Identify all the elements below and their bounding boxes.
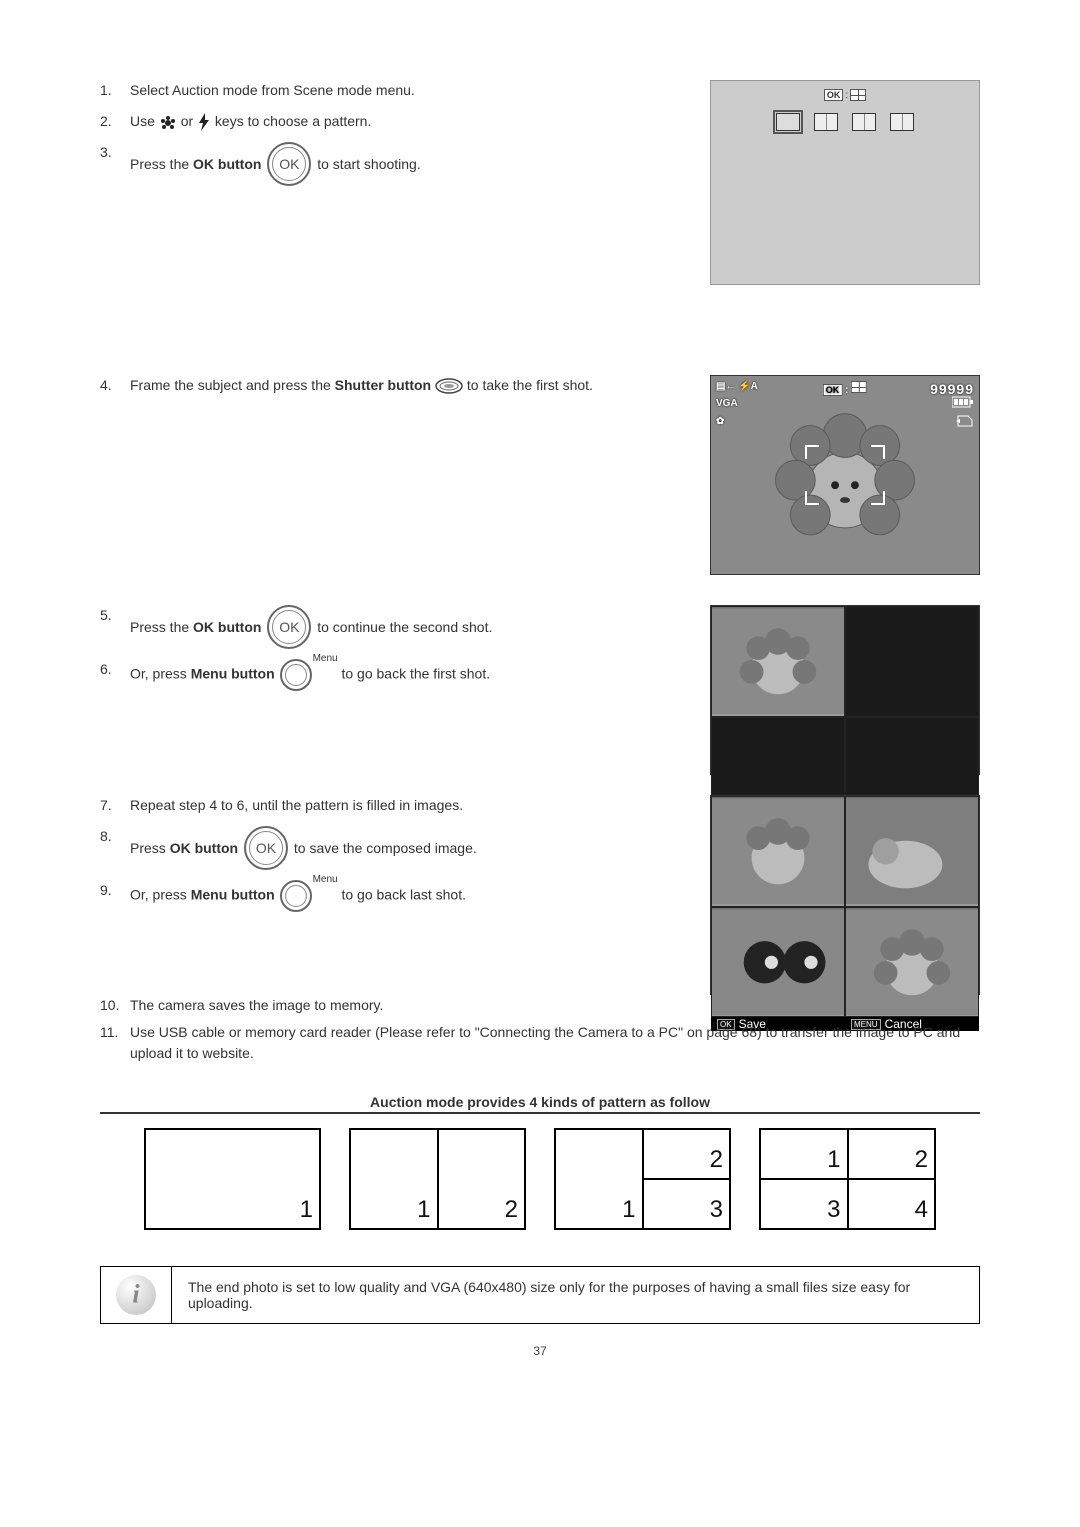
pattern-option-3 [852, 113, 876, 131]
step-5: 5. Press the OK button OK to continue th… [100, 605, 690, 649]
step-8: 8. Press OK button OK to save the compos… [100, 826, 690, 870]
pattern-1: 1 [144, 1128, 321, 1230]
step-10: 10. The camera saves the image to memory… [100, 995, 980, 1016]
macro-flower-icon [159, 115, 177, 129]
ok-button-icon: OK [267, 142, 311, 186]
exposure-indicator: ▤← ⚡A [716, 381, 758, 392]
manual-page: 1. Select Auction mode from Scene mode m… [0, 0, 1080, 1398]
step-9: 9. Or, press Menu button Menu to go back… [100, 880, 690, 912]
pattern-option-4 [890, 113, 914, 131]
info-note: The end photo is set to low quality and … [100, 1266, 980, 1324]
pattern-heading: Auction mode provides 4 kinds of pattern… [100, 1094, 980, 1114]
note-text: The end photo is set to low quality and … [172, 1267, 979, 1323]
screen-live-view: ▤← ⚡A VGA ✿ OK : 99999 [710, 375, 980, 575]
shutter-icon [435, 378, 463, 394]
focus-bracket [805, 445, 885, 505]
step-4: 4. Frame the subject and press the Shutt… [100, 375, 690, 396]
pattern-2: 1 2 [349, 1128, 526, 1230]
step-3: 3. Press the OK button OK to start shoot… [100, 142, 690, 186]
screen-pattern-select: OK : [710, 80, 980, 285]
grid-cell-2 [845, 606, 979, 717]
grid-icon [850, 89, 866, 101]
ok-button-icon: OK [244, 826, 288, 870]
step-1: 1. Select Auction mode from Scene mode m… [100, 80, 690, 101]
grid-cell-1 [711, 796, 845, 907]
grid-icon-overlay [851, 381, 867, 393]
menu-button-icon [280, 659, 312, 691]
pattern-3: 1 2 3 [554, 1128, 731, 1230]
grid-cell-1 [711, 606, 845, 717]
screen-continue: OKContinue MENUCancel [710, 605, 980, 775]
resolution-indicator: VGA [716, 398, 738, 409]
macro-indicator: ✿ [716, 416, 724, 427]
step-11: 11. Use USB cable or memory card reader … [100, 1022, 980, 1064]
battery-icon [952, 396, 974, 411]
step-6: 6. Or, press Menu button Menu to go back… [100, 659, 690, 691]
ok-badge-overlay: OK [823, 384, 843, 396]
step-7: 7. Repeat step 4 to 6, until the pattern… [100, 795, 690, 816]
pattern-examples: 1 1 2 1 2 3 1 2 3 4 [100, 1128, 980, 1230]
flash-bolt-icon [197, 113, 211, 131]
ok-button-icon: OK [267, 605, 311, 649]
screen-save: OKSave MENUCancel [710, 795, 980, 995]
page-number: 37 [100, 1344, 980, 1358]
card-icon [956, 414, 974, 431]
step-2: 2. Use or keys to choose a pattern. [100, 111, 690, 132]
pattern-option-2 [814, 113, 838, 131]
pattern-4: 1 2 3 4 [759, 1128, 936, 1230]
info-icon [101, 1267, 172, 1323]
step-1-text: Select Auction mode from Scene mode menu… [130, 82, 415, 98]
pattern-option-1 [776, 113, 800, 131]
menu-button-icon [280, 880, 312, 912]
grid-cell-2 [845, 796, 979, 907]
ok-badge: OK [824, 89, 844, 101]
shots-remaining: 99999 [930, 381, 974, 397]
